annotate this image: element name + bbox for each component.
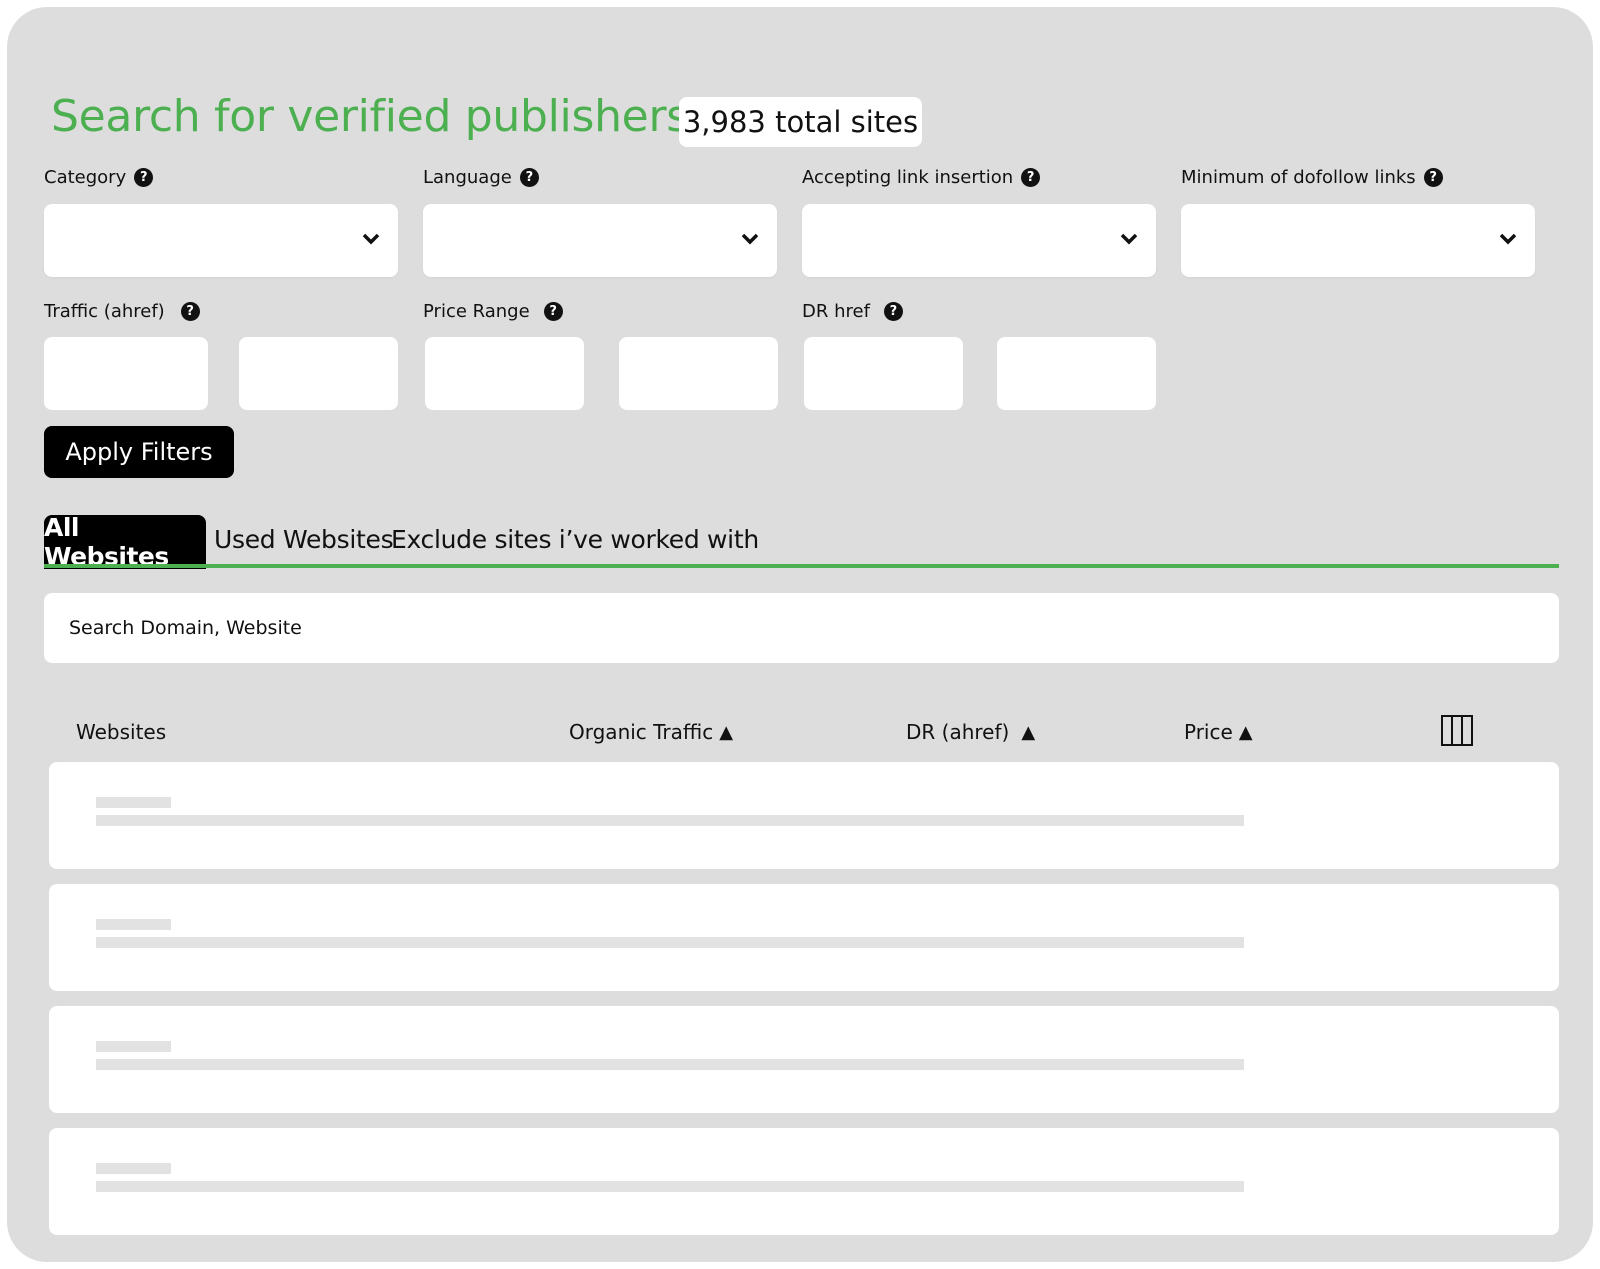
column-organic-traffic[interactable]: Organic Traffic ▲ <box>569 720 733 744</box>
category-label: Category ? <box>44 165 154 189</box>
tab-used-websites[interactable]: Used Websites <box>214 525 394 554</box>
help-icon[interactable]: ? <box>519 167 539 187</box>
category-label-text: Category <box>44 166 127 188</box>
language-label: Language ? <box>423 165 539 189</box>
column-dr[interactable]: DR (ahref) ▲ <box>906 720 1035 744</box>
column-price[interactable]: Price ▲ <box>1184 720 1253 744</box>
link-insertion-label: Accepting link insertion ? <box>802 165 1041 189</box>
dofollow-label-text: Minimum of dofollow links <box>1181 166 1416 188</box>
sort-up-icon: ▲ <box>719 721 734 743</box>
price-max-input[interactable] <box>619 337 778 410</box>
traffic-min-input[interactable] <box>44 337 208 410</box>
link-insertion-select[interactable] <box>802 204 1156 277</box>
sort-up-icon: ▲ <box>1238 721 1253 743</box>
table-row-loading <box>49 1128 1559 1235</box>
skeleton-line <box>96 919 171 930</box>
traffic-label-text: Traffic (ahref) <box>44 300 165 322</box>
dofollow-label: Minimum of dofollow links ? <box>1181 165 1443 189</box>
dofollow-select[interactable] <box>1181 204 1535 277</box>
column-price-label: Price <box>1184 720 1233 744</box>
column-organic-traffic-label: Organic Traffic <box>569 720 714 744</box>
skeleton-line <box>96 797 171 808</box>
dr-href-label-text: DR href <box>802 300 870 322</box>
table-row-loading <box>49 1006 1559 1113</box>
sort-up-icon: ▲ <box>1021 721 1036 743</box>
traffic-label: Traffic (ahref) ? <box>44 299 200 323</box>
help-icon[interactable]: ? <box>883 301 903 321</box>
language-label-text: Language <box>423 166 512 188</box>
traffic-max-input[interactable] <box>239 337 398 410</box>
chevron-down-icon <box>362 233 380 245</box>
help-icon[interactable]: ? <box>134 167 154 187</box>
column-websites-label: Websites <box>76 720 167 744</box>
page-title: Search for verified publishers <box>51 91 689 142</box>
skeleton-line <box>96 1163 171 1174</box>
dr-href-label: DR href ? <box>802 299 903 323</box>
chevron-down-icon <box>1120 233 1138 245</box>
skeleton-line <box>96 1181 1244 1192</box>
skeleton-line <box>96 815 1244 826</box>
language-select[interactable] <box>423 204 777 277</box>
skeleton-line <box>96 1041 171 1052</box>
help-icon[interactable]: ? <box>180 301 200 321</box>
skeleton-line <box>96 937 1244 948</box>
column-dr-label: DR (ahref) <box>906 720 1010 744</box>
help-icon[interactable]: ? <box>543 301 563 321</box>
columns-icon[interactable] <box>1441 715 1473 746</box>
search-input[interactable]: Search Domain, Website <box>44 593 1559 663</box>
category-select[interactable] <box>44 204 398 277</box>
help-icon[interactable]: ? <box>1021 167 1041 187</box>
table-row-loading <box>49 762 1559 869</box>
tab-underline <box>44 564 1559 568</box>
price-range-label: Price Range ? <box>423 299 563 323</box>
total-sites-badge: 3,983 total sites <box>679 97 922 147</box>
dr-max-input[interactable] <box>997 337 1156 410</box>
table-row-loading <box>49 884 1559 991</box>
dr-min-input[interactable] <box>804 337 963 410</box>
price-range-label-text: Price Range <box>423 300 530 322</box>
skeleton-line <box>96 1059 1244 1070</box>
apply-filters-button[interactable]: Apply Filters <box>44 426 234 478</box>
tab-exclude-worked[interactable]: Exclude sites i’ve worked with <box>391 525 759 554</box>
link-insertion-label-text: Accepting link insertion <box>802 166 1014 188</box>
tab-all-websites[interactable]: All Websites <box>44 513 206 571</box>
chevron-down-icon <box>1499 233 1517 245</box>
help-icon[interactable]: ? <box>1423 167 1443 187</box>
column-websites[interactable]: Websites <box>76 720 166 744</box>
price-min-input[interactable] <box>425 337 584 410</box>
chevron-down-icon <box>741 233 759 245</box>
